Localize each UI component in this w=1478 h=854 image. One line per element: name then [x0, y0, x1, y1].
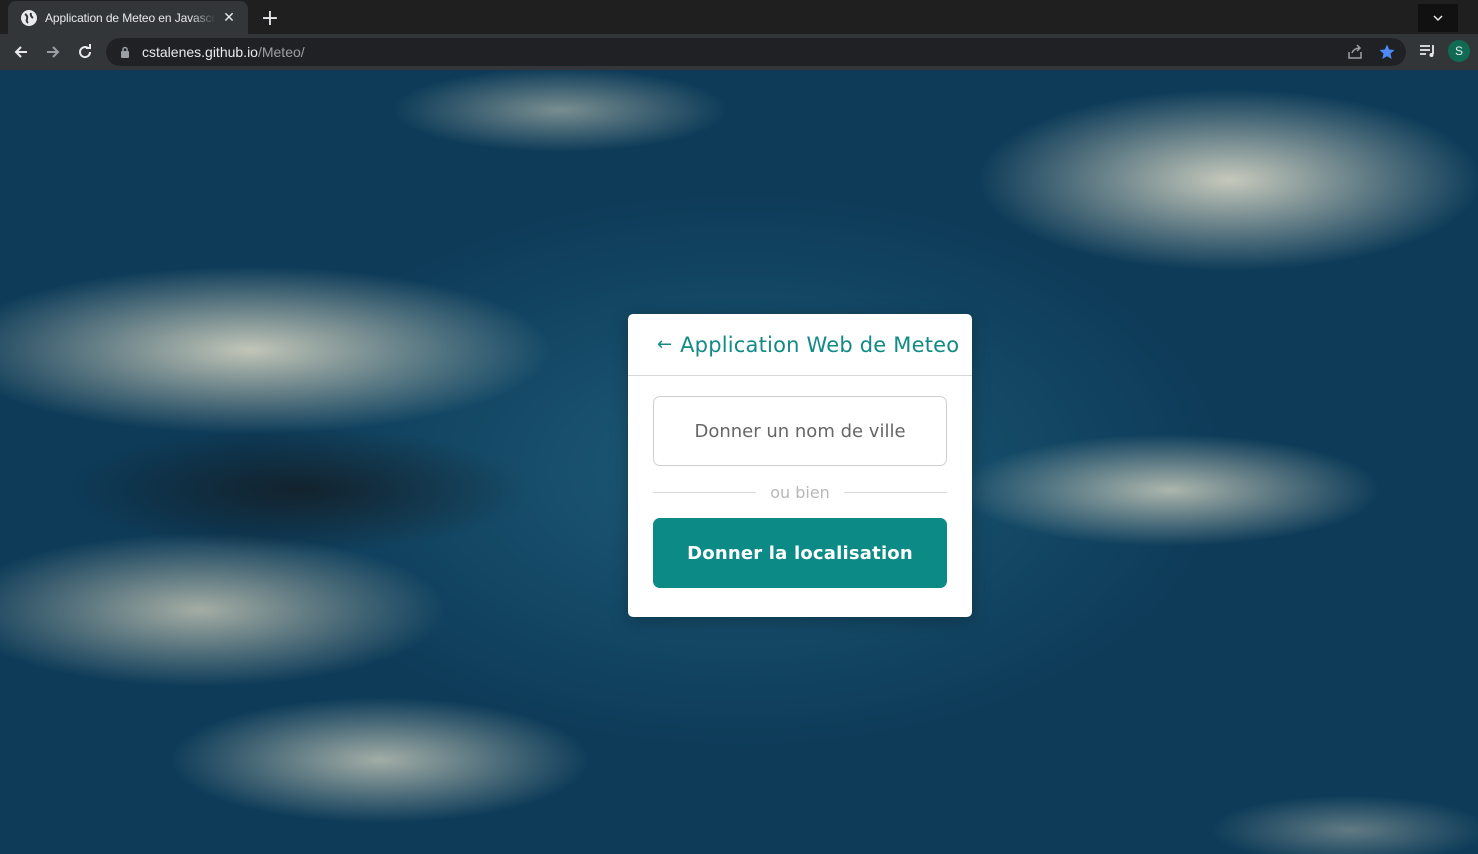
address-bar[interactable]: cstalenes.github.io/Meteo/: [106, 38, 1406, 66]
new-tab-button[interactable]: +: [256, 4, 284, 32]
tab-strip: Application de Meteo en Javascript ✕ +: [0, 0, 1478, 34]
lock-icon: [121, 46, 129, 58]
chevron-down-icon: [1433, 15, 1443, 22]
profile-avatar[interactable]: S: [1448, 40, 1470, 62]
card-body: ou bien Donner la localisation: [628, 376, 972, 588]
city-input[interactable]: [653, 396, 947, 466]
share-icon[interactable]: [1346, 43, 1364, 61]
url-host: cstalenes.github.io: [142, 44, 258, 60]
app-title: Application Web de Meteo: [680, 332, 960, 357]
tab-active[interactable]: Application de Meteo en Javascript ✕: [8, 1, 248, 34]
reload-button[interactable]: [71, 38, 99, 66]
url-path: /Meteo/: [257, 44, 305, 60]
separator-line-right: [843, 491, 948, 493]
close-icon[interactable]: ✕: [220, 9, 238, 27]
tab-search-button[interactable]: [1418, 4, 1458, 32]
bookmark-star-icon[interactable]: [1378, 43, 1396, 61]
card-header: ← Application Web de Meteo: [628, 314, 972, 376]
separator: ou bien: [653, 466, 948, 518]
arrow-right-icon: [47, 46, 60, 58]
forward-button[interactable]: [39, 38, 67, 66]
weather-card: ← Application Web de Meteo ou bien Donne…: [628, 314, 972, 617]
reload-icon: [79, 44, 92, 59]
arrow-left-icon: [14, 46, 27, 58]
reading-list-icon[interactable]: [1418, 41, 1438, 61]
location-button[interactable]: Donner la localisation: [653, 518, 947, 588]
tab-title: Application de Meteo en Javascript: [45, 10, 216, 25]
sky-background: ← Application Web de Meteo ou bien Donne…: [0, 70, 1478, 854]
browser-toolbar: cstalenes.github.io/Meteo/ S: [0, 34, 1478, 70]
separator-line-left: [653, 491, 757, 493]
separator-text: ou bien: [770, 482, 830, 502]
globe-icon: [21, 9, 37, 26]
back-button[interactable]: [7, 38, 35, 66]
arrow-left-icon[interactable]: ←: [657, 335, 672, 354]
